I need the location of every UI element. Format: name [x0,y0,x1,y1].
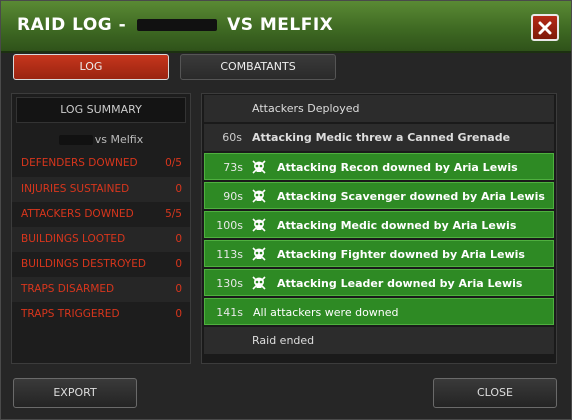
log-entry: 113s Attacking Fighter downed by Aria Le… [204,240,554,267]
log-entry: 73s Attacking Recon downed by Aria Lewis [204,153,554,180]
stat-label: BUILDINGS LOOTED [21,233,126,245]
stat-label: TRAPS DISARMED [21,283,115,295]
log-text: Attacking Recon downed by Aria Lewis [277,161,518,174]
skull-icon [252,218,266,232]
stat-value: 0/5 [165,157,182,169]
stat-label: INJURIES SUSTAINED [21,183,130,195]
log-summary-panel: LOG SUMMARY DEFENDERS DOWNED 0/5 INJURIE… [11,93,191,364]
stat-row-defenders-downed: DEFENDERS DOWNED 0/5 [12,151,190,176]
stat-value: 0 [175,308,182,320]
stat-value: 0 [175,233,182,245]
stat-row-injuries-sustained: INJURIES SUSTAINED 0 [12,177,190,202]
stat-label: ATTACKERS DOWNED [21,208,134,220]
skull-icon [252,247,266,261]
stat-row-attackers-downed: ATTACKERS DOWNED 5/5 [12,202,190,227]
redacted-name [58,135,93,145]
close-window-button[interactable] [531,14,559,41]
raid-log-window: RAID LOG - VS MELFIX LOG COMBATANTS LOG … [0,0,572,420]
close-icon [538,21,552,34]
log-entries-panel[interactable]: Attackers Deployed 60s Attacking Medic t… [201,93,557,364]
stat-value: 5/5 [165,208,182,220]
log-text: Attacking Fighter downed by Aria Lewis [277,248,525,261]
log-entry: 130s Attacking Leader downed by Aria Lew… [204,269,554,296]
log-text: Raid ended [252,334,315,347]
skull-icon [252,276,266,290]
tab-log[interactable]: LOG [13,54,169,80]
log-text: Attacking Leader downed by Aria Lewis [277,277,523,290]
redacted-name [136,19,217,31]
title-suffix: VS MELFIX [227,15,334,35]
log-time: 113s [216,248,243,261]
title-prefix: RAID LOG - [17,15,127,35]
window-title: RAID LOG - VS MELFIX [17,15,333,35]
stat-value: 0 [175,283,182,295]
log-entry: 60s Attacking Medic threw a Canned Grena… [204,124,554,151]
stat-row-buildings-looted: BUILDINGS LOOTED 0 [12,227,190,252]
log-text: Attacking Medic downed by Aria Lewis [277,219,517,232]
stat-label: DEFENDERS DOWNED [21,157,138,169]
stat-value: 0 [175,258,182,270]
log-entry: Raid ended [204,327,554,354]
stat-row-traps-triggered: TRAPS TRIGGERED 0 [12,302,190,327]
log-time: 90s [223,190,243,203]
close-button[interactable]: CLOSE [433,378,557,408]
stat-value: 0 [175,183,182,195]
log-entry: 90s Attacking Scavenger downed by Aria L… [204,182,554,209]
skull-icon [252,189,266,203]
tab-combatants[interactable]: COMBATANTS [180,54,336,80]
log-time: 141s [216,306,243,319]
stat-row-buildings-destroyed: BUILDINGS DESTROYED 0 [12,252,190,277]
log-time: 100s [216,219,243,232]
log-time: 130s [216,277,243,290]
log-text: All attackers were downed [253,306,399,319]
stat-label: TRAPS TRIGGERED [21,308,120,320]
matchup-suffix: vs Melfix [94,133,144,146]
export-button[interactable]: EXPORT [13,378,137,408]
log-text: Attacking Medic threw a Canned Grenade [252,131,511,144]
summary-matchup: vs Melfix [12,127,190,153]
stat-row-traps-disarmed: TRAPS DISARMED 0 [12,277,190,302]
log-time: 60s [222,131,242,144]
skull-icon [252,160,266,174]
stat-label: BUILDINGS DESTROYED [21,258,146,270]
log-time: 73s [223,161,243,174]
log-text: Attackers Deployed [252,102,360,115]
log-entry: 100s Attacking Medic downed by Aria Lewi… [204,211,554,238]
log-text: Attacking Scavenger downed by Aria Lewis [277,190,545,203]
log-entry: 141s All attackers were downed [204,298,554,325]
log-summary-title: LOG SUMMARY [16,97,186,123]
log-entry: Attackers Deployed [204,95,554,122]
title-bar: RAID LOG - VS MELFIX [1,1,571,53]
